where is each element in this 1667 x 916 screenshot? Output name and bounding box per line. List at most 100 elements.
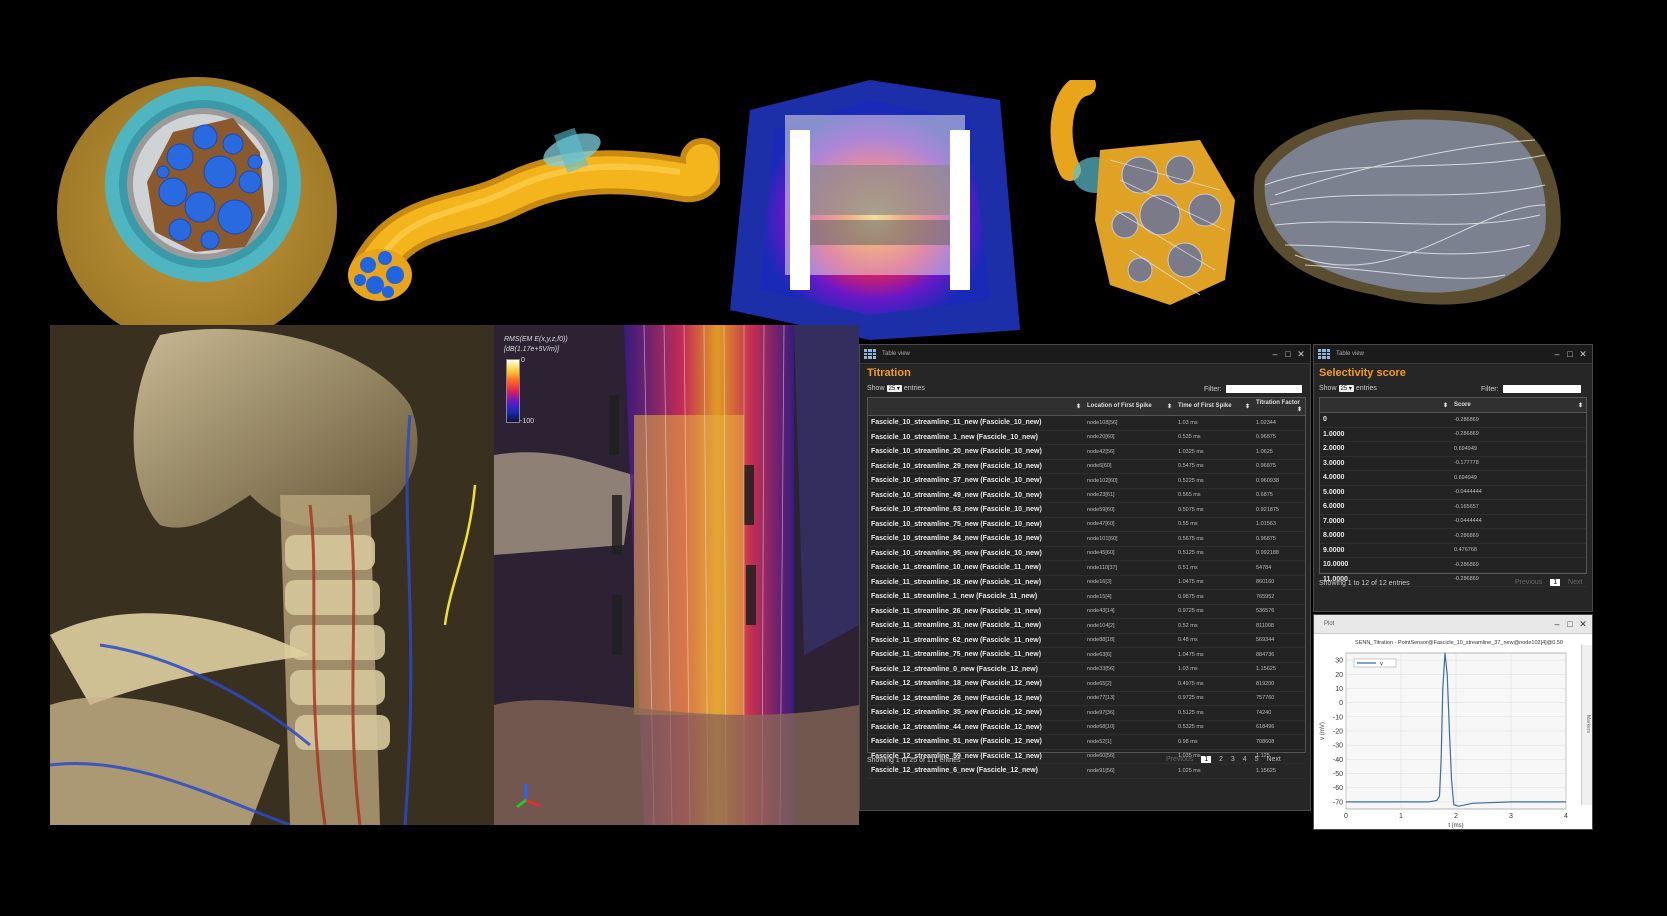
row-location-cell: node20[60] (1084, 430, 1175, 445)
column-header-score[interactable]: Score ⬍ (1451, 398, 1586, 413)
x-axis-label: t (ms) (1448, 823, 1463, 829)
table-row[interactable]: 4.0000 0.694949 (1320, 470, 1586, 486)
close-icon[interactable]: ✕ (1578, 349, 1588, 359)
row-index-cell: 9.0000 (1320, 543, 1451, 558)
row-time-cell: 0.5225 ms (1175, 473, 1253, 489)
table-row[interactable]: 6.0000 -0.165657 (1320, 499, 1586, 515)
neck-anatomy-render (50, 325, 494, 825)
minimize-icon[interactable]: – (1270, 349, 1280, 359)
pager-page-2[interactable]: 2 (1219, 756, 1223, 763)
filter-input[interactable] (1225, 385, 1302, 393)
table-row[interactable]: 1.0000 -0.286869 (1320, 427, 1586, 442)
row-location-cell: node6[60] (1084, 459, 1175, 474)
table-row[interactable]: Fascicle_12_streamline_35_new (Fascicle_… (868, 705, 1305, 721)
table-row[interactable]: Fascicle_11_streamline_1_new (Fascicle_1… (868, 589, 1305, 605)
table-row[interactable]: Fascicle_11_streamline_18_new (Fascicle_… (868, 575, 1305, 590)
column-header-location[interactable]: Location of First Spike ⬍ (1084, 398, 1175, 416)
row-time-cell: 1.0475 ms (1175, 575, 1253, 590)
table-row[interactable]: Fascicle_10_streamline_95_new (Fascicle_… (868, 546, 1305, 561)
table-row[interactable]: Fascicle_12_streamline_18_new (Fascicle_… (868, 676, 1305, 692)
column-header-time[interactable]: Time of First Spike ⬍ (1175, 398, 1253, 416)
titration-table-container: ⬍ Location of First Spike ⬍ Time of First… (867, 397, 1306, 779)
filter-label: Filter: (1481, 385, 1499, 393)
table-row[interactable]: Fascicle_11_streamline_31_new (Fascicle_… (868, 618, 1305, 634)
table-row[interactable]: Fascicle_12_streamline_51_new (Fascicle_… (868, 734, 1305, 750)
y-tick-label: 30 (1335, 658, 1343, 665)
column-header-name[interactable]: ⬍ (868, 398, 1084, 416)
pager-page-3[interactable]: 3 (1231, 756, 1235, 763)
table-row[interactable]: Fascicle_12_streamline_6_new (Fascicle_1… (868, 763, 1305, 779)
row-name-cell: Fascicle_11_streamline_18_new (Fascicle_… (868, 575, 1084, 590)
column-header-index[interactable]: ⬍ (1320, 398, 1451, 413)
titration-header-row: ⬍ Location of First Spike ⬍ Time of First… (868, 398, 1305, 416)
close-icon[interactable]: ✕ (1296, 349, 1306, 359)
table-row[interactable]: Fascicle_12_streamline_0_new (Fascicle_1… (868, 662, 1305, 677)
row-name-cell: Fascicle_10_streamline_37_new (Fascicle_… (868, 473, 1084, 489)
page-length-select[interactable]: 25 ▾ (886, 385, 902, 392)
row-factor-cell: 1.15625 (1253, 763, 1305, 779)
table-row[interactable]: Fascicle_11_streamline_26_new (Fascicle_… (868, 604, 1305, 619)
pager-next[interactable]: Next (1568, 579, 1582, 586)
pager-page-4[interactable]: 4 (1243, 756, 1247, 763)
row-name-cell: Fascicle_10_streamline_63_new (Fascicle_… (868, 502, 1084, 518)
row-name-cell: Fascicle_12_streamline_0_new (Fascicle_1… (868, 662, 1084, 677)
table-row[interactable]: Fascicle_10_streamline_49_new (Fascicle_… (868, 488, 1305, 503)
row-score-cell: -0.286869 (1451, 528, 1586, 544)
row-time-cell: 0.535 ms (1175, 430, 1253, 445)
row-factor-cell: 569344 (1253, 633, 1305, 648)
markers-side-tab[interactable]: Markers (1581, 645, 1592, 805)
table-row[interactable]: 8.0000 -0.286869 (1320, 528, 1586, 544)
pager-previous[interactable]: Previous (1515, 579, 1542, 586)
titration-titlebar[interactable]: Table view – □ ✕ (860, 345, 1310, 364)
maximize-icon[interactable]: □ (1565, 619, 1575, 629)
pager-page-1[interactable]: 1 (1201, 756, 1212, 763)
maximize-icon[interactable]: □ (1565, 349, 1575, 359)
table-row[interactable]: Fascicle_11_streamline_62_new (Fascicle_… (868, 633, 1305, 648)
row-time-cell: 1.0325 ms (1175, 444, 1253, 460)
table-row[interactable]: Fascicle_10_streamline_37_new (Fascicle_… (868, 473, 1305, 489)
field-overlay-render: RMS(EM E(x,y,z,f0)) [dB(1.17e+5V/m)] 0 -… (494, 325, 859, 825)
table-row[interactable]: Fascicle_10_streamline_63_new (Fascicle_… (868, 502, 1305, 518)
row-location-cell: node15[4] (1084, 589, 1175, 605)
markers-tab-label: Markers (1585, 715, 1591, 734)
table-row[interactable]: Fascicle_11_streamline_75_new (Fascicle_… (868, 647, 1305, 663)
y-tick-label: 10 (1335, 686, 1343, 693)
pager-page-5[interactable]: 5 (1255, 756, 1259, 763)
column-header-factor[interactable]: Titration Factor ⬍ (1253, 398, 1305, 416)
maximize-icon[interactable]: □ (1283, 349, 1293, 359)
table-row[interactable]: Fascicle_10_streamline_75_new (Fascicle_… (868, 517, 1305, 532)
row-index-cell: 8.0000 (1320, 528, 1451, 544)
table-row[interactable]: 2.0000 0.694949 (1320, 441, 1586, 457)
table-row[interactable]: 9.0000 0.476768 (1320, 543, 1586, 558)
row-time-cell: 0.4975 ms (1175, 676, 1253, 692)
table-row[interactable]: Fascicle_10_streamline_1_new (Fascicle_1… (868, 430, 1305, 445)
table-row[interactable]: 5.0000 -0.0444444 (1320, 485, 1586, 500)
table-row[interactable]: Fascicle_11_streamline_10_new (Fascicle_… (868, 560, 1305, 576)
pager-page-1[interactable]: 1 (1550, 579, 1561, 586)
table-row[interactable]: 3.0000 -0.177778 (1320, 456, 1586, 471)
filter-input[interactable] (1502, 385, 1581, 393)
table-view-icon (864, 349, 876, 359)
page-length-select[interactable]: 25 ▾ (1338, 385, 1354, 392)
pager-next[interactable]: Next (1266, 756, 1280, 763)
table-row[interactable]: 7.0000 -0.0444444 (1320, 514, 1586, 529)
minimize-icon[interactable]: – (1552, 349, 1562, 359)
plot-titlebar[interactable]: Plot – □ ✕ (1314, 615, 1592, 634)
table-row[interactable]: 0 -0.286869 (1320, 412, 1586, 428)
page-length-control: Show 25 ▾ entries (1319, 385, 1377, 392)
selectivity-titlebar[interactable]: Table view – □ ✕ (1314, 345, 1592, 364)
table-row[interactable]: Fascicle_12_streamline_26_new (Fascicle_… (868, 691, 1305, 706)
table-row[interactable]: Fascicle_10_streamline_29_new (Fascicle_… (868, 459, 1305, 474)
table-row[interactable]: Fascicle_10_streamline_11_new (Fascicle_… (868, 415, 1305, 431)
row-name-cell: Fascicle_12_streamline_18_new (Fascicle_… (868, 676, 1084, 692)
y-tick-label: -50 (1333, 771, 1343, 778)
row-location-cell: node23[61] (1084, 488, 1175, 503)
table-row[interactable]: Fascicle_12_streamline_44_new (Fascicle_… (868, 720, 1305, 735)
minimize-icon[interactable]: – (1552, 619, 1562, 629)
close-icon[interactable]: ✕ (1578, 619, 1588, 629)
table-row[interactable]: Fascicle_10_streamline_84_new (Fascicle_… (868, 531, 1305, 547)
row-time-cell: 0.5125 ms (1175, 546, 1253, 561)
table-row[interactable]: Fascicle_10_streamline_20_new (Fascicle_… (868, 444, 1305, 460)
table-row[interactable]: 10.0000 -0.286869 (1320, 557, 1586, 573)
pager-previous[interactable]: Previous (1166, 756, 1193, 763)
